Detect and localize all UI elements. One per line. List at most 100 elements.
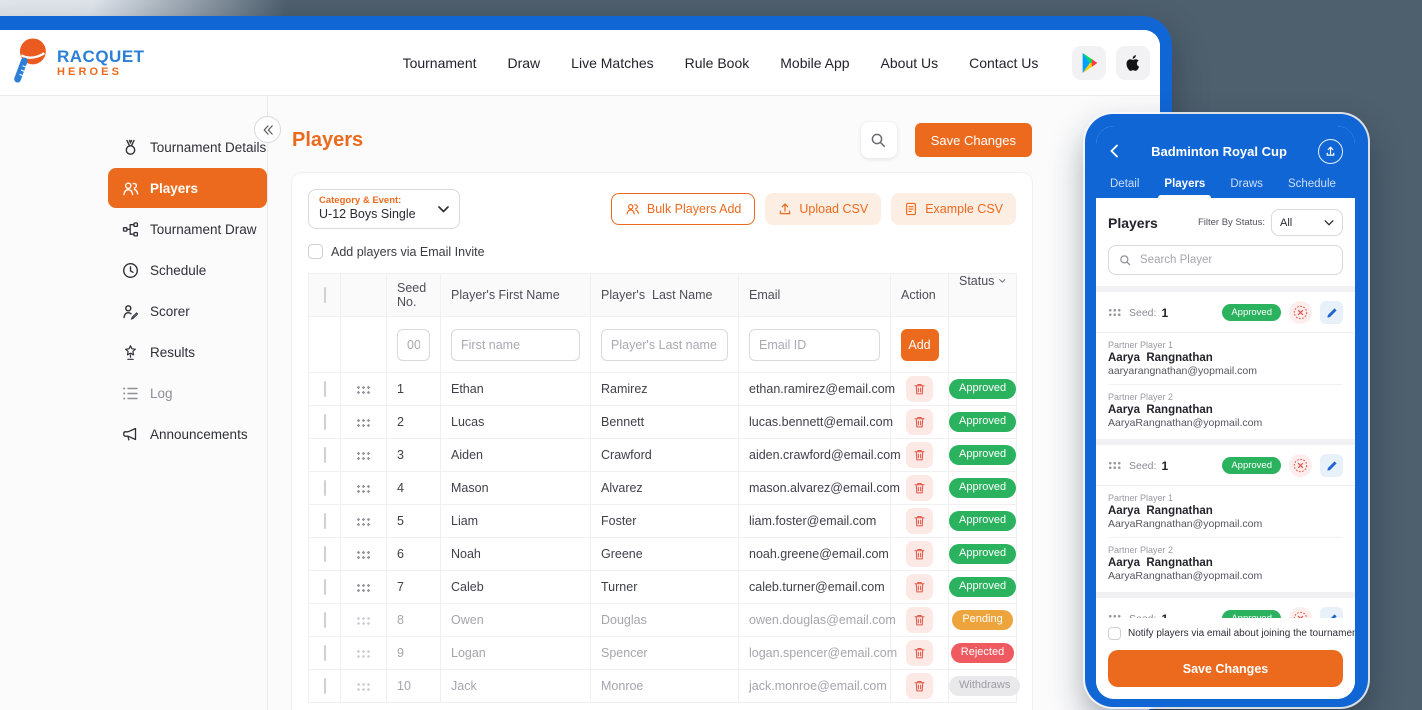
edit-button[interactable] <box>1320 607 1343 618</box>
category-event-select[interactable]: Category & Event: U-12 Boys Single <box>308 189 460 229</box>
delete-button[interactable] <box>906 574 933 600</box>
apple-store-button[interactable] <box>1116 46 1150 80</box>
sidebar-label: Players <box>150 181 198 196</box>
row-checkbox[interactable] <box>324 513 326 529</box>
tab-detail[interactable]: Detail <box>1108 173 1141 198</box>
row-checkbox[interactable] <box>324 447 326 463</box>
nav-live-matches[interactable]: Live Matches <box>571 55 653 71</box>
back-chevron-icon[interactable] <box>1108 144 1120 158</box>
phone-save-changes-button[interactable]: Save Changes <box>1108 650 1343 687</box>
notify-checkbox[interactable] <box>1108 627 1121 640</box>
delete-button[interactable] <box>906 607 933 633</box>
email-invite-checkbox[interactable] <box>308 244 323 259</box>
search-player-input[interactable]: Search Player <box>1108 245 1343 275</box>
megaphone-icon <box>122 426 139 443</box>
add-player-button[interactable]: Add <box>901 329 939 361</box>
player-card: Seed: 1 Approved <box>1096 598 1355 618</box>
row-checkbox[interactable] <box>324 645 326 661</box>
row-checkbox[interactable] <box>324 612 326 628</box>
status-badge: Approved <box>1222 304 1281 322</box>
bulk-players-add-button[interactable]: Bulk Players Add <box>611 193 756 225</box>
drag-handle-icon[interactable] <box>356 451 371 461</box>
delete-button[interactable] <box>906 442 933 468</box>
partner-block: Partner Player 1 Aarya Rangnathan AaryaR… <box>1108 486 1343 530</box>
filter-status-select[interactable]: All <box>1271 209 1343 236</box>
drag-handle-icon[interactable] <box>1108 308 1121 317</box>
reject-button[interactable] <box>1289 607 1312 618</box>
first-name-input[interactable] <box>451 329 580 361</box>
sidebar-item-scorer[interactable]: Scorer <box>108 291 267 331</box>
row-checkbox[interactable] <box>324 579 326 595</box>
status-badge: Withdraws <box>949 676 1020 696</box>
nav-about-us[interactable]: About Us <box>881 55 939 71</box>
sidebar-item-results[interactable]: Results <box>108 332 267 372</box>
example-csv-button[interactable]: Example CSV <box>891 193 1016 225</box>
status-header[interactable]: Status <box>949 274 1017 317</box>
delete-button[interactable] <box>906 673 933 699</box>
trash-icon <box>913 646 926 660</box>
last-name-input[interactable] <box>601 329 728 361</box>
scorer-icon <box>122 303 139 320</box>
nav-tournament[interactable]: Tournament <box>403 55 477 71</box>
category-value: U-12 Boys Single <box>319 207 438 223</box>
nav-mobile-app[interactable]: Mobile App <box>780 55 849 71</box>
racquet-logo-icon <box>10 37 50 88</box>
row-checkbox[interactable] <box>324 546 326 562</box>
email-input[interactable] <box>749 329 880 361</box>
drag-handle-icon[interactable] <box>356 682 371 692</box>
delete-button[interactable] <box>906 640 933 666</box>
drag-handle-icon[interactable] <box>356 517 371 527</box>
select-all-checkbox[interactable] <box>324 287 326 303</box>
brand-logo[interactable]: RACQUET HEROES <box>10 37 145 88</box>
sidebar-item-schedule[interactable]: Schedule <box>108 250 267 290</box>
users-icon <box>122 180 139 197</box>
upload-csv-button[interactable]: Upload CSV <box>765 193 881 225</box>
reject-button[interactable] <box>1289 301 1312 324</box>
row-checkbox[interactable] <box>324 678 326 694</box>
seed-input[interactable] <box>397 329 430 361</box>
sidebar-collapse-button[interactable] <box>254 116 281 143</box>
drag-handle-icon[interactable] <box>356 550 371 560</box>
drag-handle-icon[interactable] <box>356 418 371 428</box>
partner-block: Partner Player 1 Aarya Rangnathan aaryar… <box>1108 333 1343 377</box>
tab-schedule[interactable]: Schedule <box>1286 173 1338 198</box>
sidebar-item-tournament-draw[interactable]: Tournament Draw <box>108 209 267 249</box>
delete-button[interactable] <box>906 376 933 402</box>
row-checkbox[interactable] <box>324 381 326 397</box>
first-name-header: Player's First Name <box>441 274 591 317</box>
edit-button[interactable] <box>1320 301 1343 324</box>
bulk-users-icon <box>625 202 640 216</box>
trash-icon <box>913 547 926 561</box>
share-button[interactable] <box>1318 139 1343 164</box>
page-title: Players <box>292 129 363 152</box>
delete-button[interactable] <box>906 508 933 534</box>
drag-handle-icon[interactable] <box>356 385 371 395</box>
google-play-button[interactable] <box>1072 46 1106 80</box>
edit-button[interactable] <box>1320 454 1343 477</box>
search-button[interactable] <box>861 122 897 158</box>
reject-button[interactable] <box>1289 454 1312 477</box>
document-icon <box>904 202 918 216</box>
sidebar-item-announcements[interactable]: Announcements <box>108 414 267 454</box>
save-changes-button[interactable]: Save Changes <box>915 123 1032 157</box>
drag-handle-icon[interactable] <box>356 616 371 626</box>
table-row: 9 Logan Spencer logan.spencer@email.com … <box>309 637 1017 670</box>
nav-contact-us[interactable]: Contact Us <box>969 55 1038 71</box>
delete-button[interactable] <box>906 541 933 567</box>
nav-rule-book[interactable]: Rule Book <box>685 55 750 71</box>
delete-button[interactable] <box>906 409 933 435</box>
row-checkbox[interactable] <box>324 414 326 430</box>
nav-draw[interactable]: Draw <box>508 55 541 71</box>
drag-handle-icon[interactable] <box>356 649 371 659</box>
tab-draws[interactable]: Draws <box>1228 173 1265 198</box>
sidebar-item-log[interactable]: Log <box>108 373 267 413</box>
sidebar-item-tournament-details[interactable]: Tournament Details <box>108 127 267 167</box>
player-card: Seed: 1 Approved <box>1096 445 1355 592</box>
tab-players[interactable]: Players <box>1162 173 1207 198</box>
drag-handle-icon[interactable] <box>356 484 371 494</box>
drag-handle-icon[interactable] <box>1108 461 1121 470</box>
row-checkbox[interactable] <box>324 480 326 496</box>
drag-handle-icon[interactable] <box>356 583 371 593</box>
sidebar-item-players[interactable]: Players <box>108 168 267 208</box>
delete-button[interactable] <box>906 475 933 501</box>
